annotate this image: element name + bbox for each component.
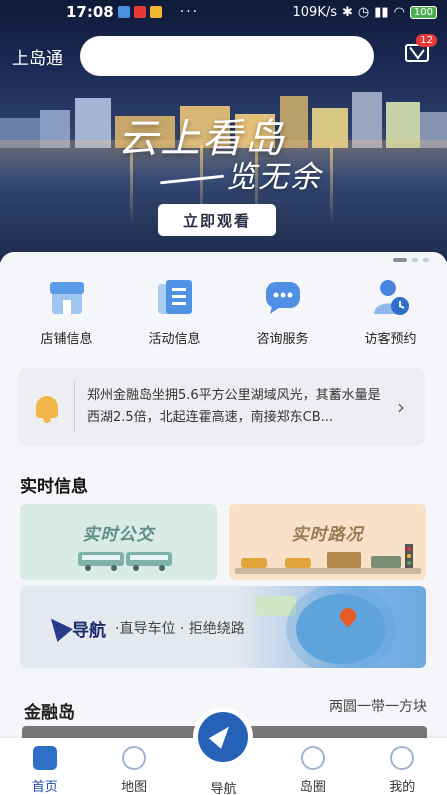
- signal-icon: ▮▮: [374, 4, 389, 20]
- wifi-icon: ◠: [393, 4, 405, 20]
- realtime-traffic-card[interactable]: 实时路况: [229, 504, 426, 580]
- battery-icon: 100: [409, 5, 437, 19]
- bell-icon: [36, 396, 58, 423]
- navigation-subtitle: ·直导车位 · 拒绝绕路: [115, 621, 245, 637]
- quick-entry-consult[interactable]: 咨询服务: [231, 276, 334, 347]
- app-notification-icon: [133, 6, 146, 18]
- tab-label: 我的: [389, 780, 416, 795]
- app-brand: 上岛通: [12, 48, 63, 69]
- divider: [74, 381, 75, 433]
- navigation-icon[interactable]: [198, 712, 249, 762]
- island-subtitle: 两圆一带一方块: [329, 699, 427, 715]
- status-time: 17:08: [66, 3, 114, 21]
- watch-now-button[interactable]: 立即观看: [158, 204, 276, 236]
- bottom-tab-bar: 首页 地图 导航 岛圈 我的: [0, 712, 447, 795]
- section-title-realtime: 实时信息: [20, 477, 88, 497]
- navigation-card[interactable]: 导航 ·直导车位 · 拒绝绕路: [20, 586, 426, 668]
- quick-entry-activity[interactable]: 活动信息: [123, 276, 226, 347]
- more-notifications-icon: ···: [179, 4, 200, 20]
- tab-home[interactable]: 首页: [0, 738, 89, 795]
- map-lake: [296, 594, 386, 664]
- app-notification-icon: [149, 6, 162, 18]
- tab-label: 首页: [31, 780, 58, 795]
- chevron-right-icon: ›: [397, 395, 405, 419]
- circle-icon: [300, 746, 325, 770]
- network-speed: 109K/s: [292, 4, 338, 20]
- pager-dot-active[interactable]: [393, 258, 407, 262]
- quick-entry-grid: 店铺信息 活动信息 咨询服务 访客预约: [0, 276, 447, 347]
- tab-label: 岛圈: [299, 780, 326, 795]
- tab-map[interactable]: 地图: [89, 738, 178, 795]
- section-title-island: 金融岛: [24, 703, 75, 723]
- traffic-card-title: 实时路况: [291, 525, 364, 545]
- profile-icon: [390, 746, 415, 770]
- tab-navigation[interactable]: 导航: [179, 712, 268, 795]
- visitor-icon: [370, 276, 412, 318]
- quick-entry-label: 访客预约: [364, 332, 417, 347]
- pager-dot[interactable]: [412, 258, 418, 262]
- quick-entry-label: 咨询服务: [256, 332, 309, 347]
- notice-text: 郑州金融岛坐拥5.6平方公里湖域风光，其蓄水量是西湖2.5倍，北起连霍高速，南接…: [87, 388, 381, 425]
- traffic-icon: [235, 544, 421, 574]
- navigation-label: 导航: [72, 621, 106, 641]
- search-input[interactable]: [80, 36, 374, 76]
- chat-icon: [262, 276, 304, 318]
- bluetooth-icon: ✱: [342, 4, 353, 20]
- quick-entry-shop[interactable]: 店铺信息: [15, 276, 118, 347]
- bus-icon: [78, 552, 172, 571]
- navigation-arrow-icon: [43, 612, 73, 642]
- alarm-icon: ◷: [357, 4, 370, 20]
- tab-island-circle[interactable]: 岛圈: [268, 738, 357, 795]
- status-bar: 17:08 ··· 109K/s ✱ ◷ ▮▮ ◠ 100: [0, 0, 447, 24]
- hero-banner: 17:08 ··· 109K/s ✱ ◷ ▮▮ ◠ 100 上岛通 12 云上看…: [0, 0, 447, 262]
- notice-bar[interactable]: 郑州金融岛坐拥5.6平方公里湖域风光，其蓄水量是西湖2.5倍，北起连霍高速，南接…: [18, 368, 425, 446]
- map-pin-icon: [122, 746, 147, 770]
- tab-label: 导航: [210, 782, 237, 795]
- map-park: [256, 596, 296, 616]
- document-icon: [154, 276, 196, 318]
- top-bar: 上岛通 12: [0, 34, 447, 78]
- banner-pager: [393, 258, 429, 262]
- realtime-bus-card[interactable]: 实时公交: [20, 504, 217, 580]
- pager-dot[interactable]: [423, 258, 429, 262]
- light-reflection: [330, 145, 333, 225]
- shop-icon: [46, 276, 88, 318]
- bus-card-title: 实时公交: [82, 525, 155, 545]
- banner-slogan-line2: 览无余: [226, 160, 322, 195]
- main-panel: 店铺信息 活动信息 咨询服务 访客预约 郑州金融岛坐拥5.6平方公里湖域风光，其…: [0, 252, 447, 742]
- home-icon: [32, 746, 57, 770]
- app-notification-icon: [117, 6, 130, 18]
- tab-profile[interactable]: 我的: [358, 738, 447, 795]
- quick-entry-visitor[interactable]: 访客预约: [339, 276, 442, 347]
- mail-badge: 12: [416, 34, 437, 47]
- quick-entry-label: 店铺信息: [40, 332, 93, 347]
- mail-icon[interactable]: 12: [405, 34, 437, 62]
- quick-entry-label: 活动信息: [148, 332, 201, 347]
- tab-label: 地图: [121, 780, 148, 795]
